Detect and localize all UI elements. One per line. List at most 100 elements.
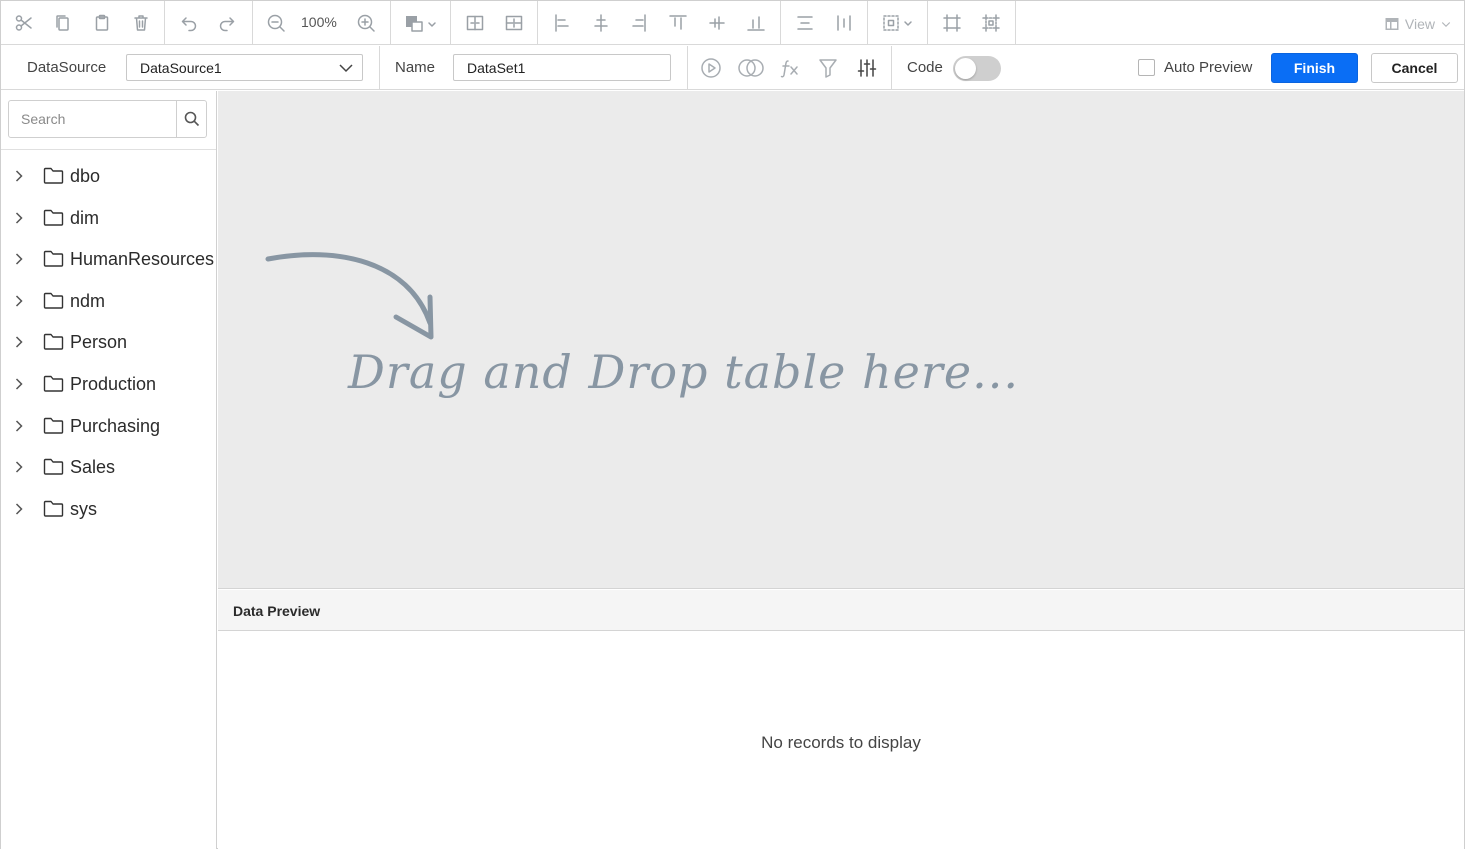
chevron-right-icon[interactable] <box>11 376 27 392</box>
tree-item-label: HumanResources <box>70 249 215 270</box>
folder-icon <box>43 166 65 186</box>
chevron-right-icon[interactable] <box>11 293 27 309</box>
finish-button[interactable]: Finish <box>1271 53 1358 83</box>
align-right-icon[interactable] <box>626 10 652 36</box>
zoom-group: 100% <box>253 1 391 45</box>
data-preview-grid: No records to display <box>218 632 1464 849</box>
folder-icon <box>43 249 65 269</box>
paste-icon[interactable] <box>89 10 115 36</box>
data-preview-title: Data Preview <box>233 603 321 619</box>
folder-icon <box>43 457 65 477</box>
tree-item-production[interactable]: Production <box>1 364 216 404</box>
split-v-icon[interactable] <box>501 10 527 36</box>
design-canvas-drop-zone[interactable]: Drag and Drop table here... <box>218 91 1464 589</box>
shapes-icon[interactable] <box>401 10 441 36</box>
datasource-dropdown[interactable]: DataSource1 <box>126 54 363 81</box>
search-button[interactable] <box>176 101 206 137</box>
datasource-value: DataSource1 <box>140 59 222 76</box>
tree-item-purchasing[interactable]: Purchasing <box>1 406 216 446</box>
layout-icon[interactable] <box>978 10 1004 36</box>
expression-icon[interactable] <box>777 55 803 81</box>
chevron-right-icon[interactable] <box>11 501 27 517</box>
chevron-right-icon[interactable] <box>11 168 27 184</box>
tree-item-label: Production <box>70 374 157 394</box>
query-designer: 100% View DataSource DataSource1 Name Da… <box>0 0 1465 849</box>
search-input[interactable] <box>9 101 177 137</box>
folder-icon <box>43 416 65 436</box>
tree-item-dbo[interactable]: dbo <box>1 156 216 196</box>
tree-item-label: ndm <box>70 290 106 311</box>
chevron-right-icon[interactable] <box>11 251 27 267</box>
main-toolbar: 100% View <box>1 1 1464 45</box>
align-top-icon[interactable] <box>665 10 691 36</box>
tree-item-sales[interactable]: Sales <box>1 447 216 487</box>
cancel-button[interactable]: Cancel <box>1371 53 1458 83</box>
align-center-icon[interactable] <box>588 10 614 36</box>
chevron-right-icon[interactable] <box>11 334 27 350</box>
align-bottom-icon[interactable] <box>743 10 769 36</box>
copy-icon[interactable] <box>50 10 76 36</box>
separator <box>891 46 892 90</box>
chevron-right-icon[interactable] <box>11 459 27 475</box>
zoom-out-icon[interactable] <box>263 10 289 36</box>
distribute-group <box>781 1 868 45</box>
tree-item-label: sys <box>70 498 97 519</box>
group-icon[interactable] <box>878 10 918 36</box>
redo-icon[interactable] <box>214 10 240 36</box>
search-icon <box>184 111 199 127</box>
view-label: View <box>1404 16 1435 32</box>
shapes-group <box>391 1 451 45</box>
split-h-icon[interactable] <box>462 10 488 36</box>
separator <box>379 46 380 90</box>
code-toggle[interactable] <box>953 56 1001 81</box>
history-group <box>165 1 253 45</box>
filter-icon[interactable] <box>815 55 841 81</box>
join-icon[interactable] <box>736 55 766 81</box>
tree-item-person[interactable]: Person <box>1 322 216 362</box>
tree-item-label: Person <box>70 332 128 353</box>
align-middle-icon[interactable] <box>704 10 730 36</box>
folder-icon <box>43 374 65 394</box>
view-menu-button[interactable]: View <box>1384 13 1452 35</box>
code-label: Code <box>907 59 943 76</box>
align-left-icon[interactable] <box>549 10 575 36</box>
chevron-down-icon <box>1441 22 1451 28</box>
fit-icon[interactable] <box>939 10 965 36</box>
curved-arrow-icon <box>265 252 434 340</box>
zoom-in-icon[interactable] <box>353 10 379 36</box>
folder-icon <box>43 332 65 352</box>
chevron-right-icon[interactable] <box>11 210 27 226</box>
tree-item-ndm[interactable]: ndm <box>1 281 216 321</box>
tree-item-sys[interactable]: sys <box>1 489 216 529</box>
separator <box>687 46 688 90</box>
data-preview-header: Data Preview <box>218 590 1464 631</box>
tree-item-label: Purchasing <box>70 415 161 436</box>
datasource-label: DataSource <box>27 59 107 76</box>
schema-sidebar: dbo dim HumanResources ndm Person <box>1 91 217 849</box>
parameters-icon[interactable] <box>854 55 880 81</box>
cut-icon[interactable] <box>11 10 37 36</box>
divider <box>1 149 216 150</box>
distribute-v-icon[interactable] <box>831 10 857 36</box>
chevron-down-icon <box>339 64 353 73</box>
undo-icon[interactable] <box>176 10 202 36</box>
tree-item-humanresources[interactable]: HumanResources <box>1 239 216 279</box>
auto-preview-checkbox[interactable] <box>1138 59 1155 76</box>
zoom-level[interactable]: 100% <box>301 14 337 30</box>
chevron-right-icon[interactable] <box>11 418 27 434</box>
folder-icon <box>43 499 65 519</box>
dataset-name-label: Name <box>395 59 436 76</box>
tree-item-label: dbo <box>70 166 101 186</box>
dataset-toolbar: DataSource DataSource1 Name Code Auto Pr… <box>1 46 1464 90</box>
tree-item-dim[interactable]: dim <box>1 198 216 238</box>
view-icon <box>1385 18 1399 30</box>
run-icon[interactable] <box>698 55 724 81</box>
distribute-h-icon[interactable] <box>792 10 818 36</box>
tree-item-label: Sales <box>70 457 116 478</box>
auto-preview-label: Auto Preview <box>1164 59 1253 76</box>
delete-icon[interactable] <box>128 10 154 36</box>
folder-icon <box>43 208 65 228</box>
dataset-name-field[interactable] <box>453 54 671 81</box>
drop-hint: Drag and Drop table here... <box>348 345 1019 399</box>
clipboard-group <box>1 1 165 45</box>
